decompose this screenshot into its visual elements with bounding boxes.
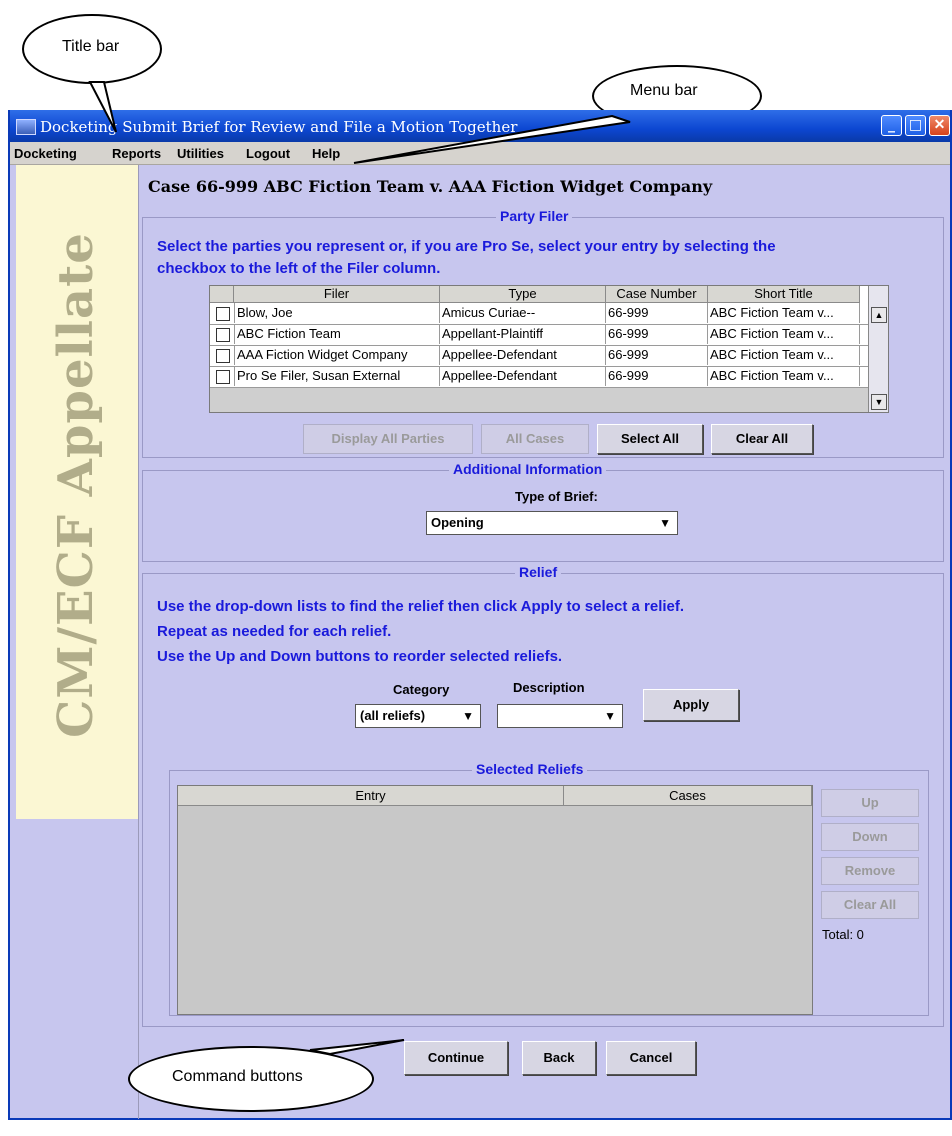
- title-bar-pointer: [88, 81, 117, 133]
- command-buttons-pointer: [309, 1039, 405, 1056]
- menu-bar-pointer: [353, 114, 631, 164]
- callout-pointers: [88, 81, 631, 1056]
